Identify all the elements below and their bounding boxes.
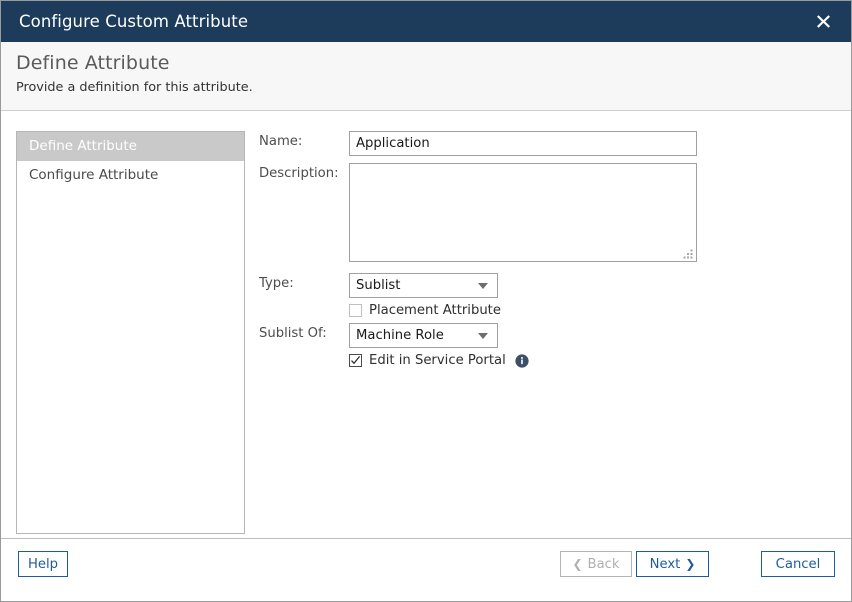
dialog-title: Configure Custom Attribute	[19, 12, 249, 31]
sidebar-item-define-attribute[interactable]: Define Attribute	[17, 132, 244, 161]
edit-in-service-portal-row[interactable]: Edit in Service Portal	[349, 353, 841, 368]
chevron-right-icon: ❯	[685, 557, 696, 571]
name-input[interactable]	[349, 131, 697, 156]
placement-attribute-row[interactable]: Placement Attribute	[349, 303, 841, 318]
description-row: Description:	[259, 156, 841, 262]
next-button[interactable]: Next ❯	[636, 551, 709, 577]
dialog-subheader: Define Attribute Provide a definition fo…	[1, 42, 851, 111]
sublist-of-label: Sublist Of:	[259, 326, 327, 341]
page-title: Define Attribute	[16, 52, 170, 74]
close-icon[interactable]	[811, 10, 835, 34]
configure-custom-attribute-dialog: Configure Custom Attribute Define Attrib…	[0, 0, 852, 602]
sidebar-item-configure-attribute[interactable]: Configure Attribute	[17, 161, 244, 190]
placement-attribute-label: Placement Attribute	[369, 303, 501, 318]
attribute-definition-form: Name: Description:	[259, 131, 841, 368]
placement-attribute-checkbox[interactable]	[349, 304, 362, 317]
edit-in-service-portal-label: Edit in Service Portal	[369, 353, 506, 368]
type-row: Type: Sublist Placement Attribute	[259, 273, 841, 318]
sublist-of-select[interactable]: Machine Role	[349, 323, 498, 348]
sidebar-item-label: Define Attribute	[29, 138, 137, 154]
sublist-of-row: Sublist Of: Machine Role Edit in Service…	[259, 323, 841, 368]
edit-in-service-portal-checkbox[interactable]	[349, 354, 362, 367]
cancel-button-label: Cancel	[775, 556, 821, 572]
dialog-footer: Help ❮ Back Next ❯ Cancel	[1, 538, 851, 601]
dialog-titlebar: Configure Custom Attribute	[1, 1, 851, 42]
sublist-of-select-value: Machine Role	[356, 328, 444, 343]
back-button-label: Back	[587, 556, 620, 572]
type-select[interactable]: Sublist	[349, 273, 498, 298]
sidebar-item-label: Configure Attribute	[29, 167, 159, 183]
dialog-body: Define Attribute Configure Attribute Nam…	[1, 111, 851, 538]
wizard-step-sidebar: Define Attribute Configure Attribute	[16, 131, 245, 534]
help-button[interactable]: Help	[18, 551, 68, 577]
chevron-down-icon	[478, 282, 488, 289]
chevron-down-icon	[478, 332, 488, 339]
info-circle-icon[interactable]	[515, 353, 529, 368]
cancel-button[interactable]: Cancel	[761, 551, 835, 577]
help-button-label: Help	[27, 556, 59, 572]
back-button[interactable]: ❮ Back	[560, 551, 632, 577]
name-label: Name:	[259, 134, 303, 149]
page-description: Provide a definition for this attribute.	[16, 80, 253, 95]
chevron-left-icon: ❮	[572, 557, 583, 571]
type-label: Type:	[259, 276, 294, 291]
next-button-label: Next	[649, 556, 681, 572]
description-label: Description:	[259, 166, 339, 181]
description-textarea[interactable]	[349, 163, 697, 262]
name-row: Name:	[259, 131, 841, 156]
type-select-value: Sublist	[356, 278, 401, 293]
